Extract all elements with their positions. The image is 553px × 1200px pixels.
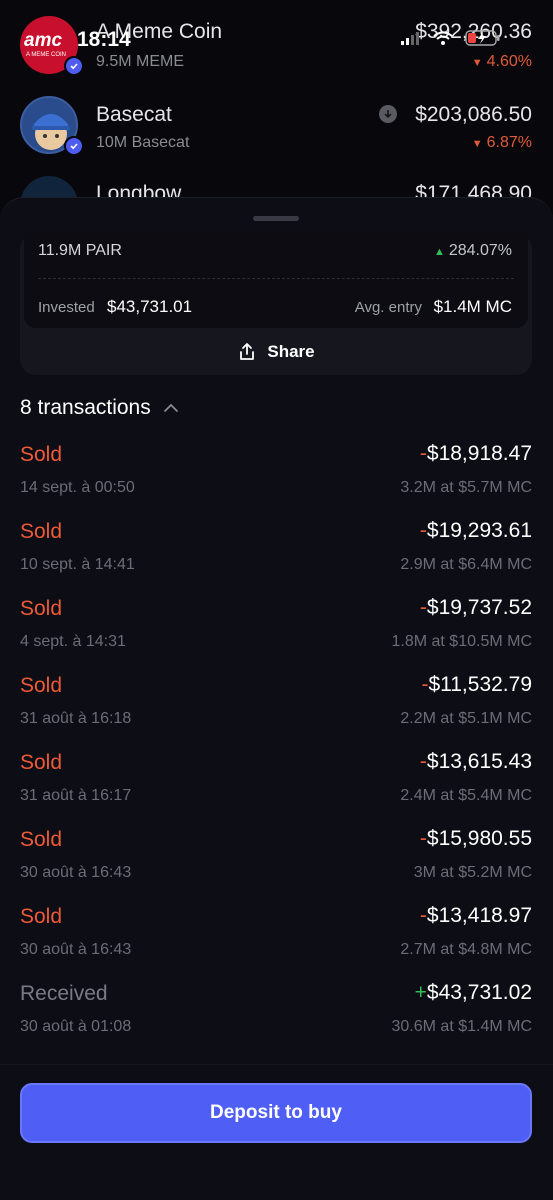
transaction-row[interactable]: Sold 4 sept. à 14:31 -$19,737.52 1.8M at… <box>0 592 553 669</box>
transaction-amount: -$15,980.55 <box>420 827 532 851</box>
coin-value: $203,086.50 <box>415 103 532 126</box>
coin-change: ▼ 4.60% <box>472 53 532 71</box>
coin-change: ▼ 6.87% <box>472 134 532 152</box>
amc-logo-subtext: A MEME COIN <box>26 52 67 58</box>
position-detail-sheet: 11.9M PAIR ▲ 284.07% Invested $43,731.01 … <box>0 197 553 1200</box>
pair-change-value: 284.07% <box>448 242 512 259</box>
triangle-down-icon: ▼ <box>471 138 483 150</box>
transaction-type: Sold <box>20 443 63 466</box>
status-icons <box>401 30 501 46</box>
triangle-up-icon: ▲ <box>433 246 445 258</box>
amount-sign: - <box>419 519 427 542</box>
amount-sign: - <box>419 596 427 619</box>
transaction-detail: 3.2M at $5.7M MC <box>400 479 532 496</box>
avg-entry-value: $1.4M MC <box>433 297 512 316</box>
transaction-detail: 2.7M at $4.8M MC <box>400 941 532 958</box>
footer-divider <box>0 1064 553 1065</box>
transaction-amount: -$13,418.97 <box>420 904 532 928</box>
transaction-amount: -$19,293.61 <box>420 519 532 543</box>
transaction-date: 31 août à 16:17 <box>20 787 132 804</box>
triangle-down-icon: ▼ <box>471 57 483 69</box>
amount-sign: - <box>419 827 427 850</box>
transaction-date: 30 août à 16:43 <box>20 941 132 958</box>
share-button[interactable]: Share <box>20 328 532 375</box>
amount-value: $19,737.52 <box>426 596 532 619</box>
share-icon <box>240 342 255 360</box>
transaction-type: Sold <box>20 597 63 620</box>
invested-value: $43,731.01 <box>107 297 193 316</box>
transaction-amount: +$43,731.02 <box>415 981 532 1005</box>
verified-badge-icon <box>64 136 84 156</box>
amount-sign: + <box>414 981 427 1004</box>
coin-holding: 10M Basecat <box>96 134 190 151</box>
amount-sign: - <box>419 750 427 773</box>
transaction-row[interactable]: Sold 30 août à 16:43 -$15,980.55 3M at $… <box>0 823 553 900</box>
transaction-amount: -$11,532.79 <box>421 673 532 697</box>
sheet-grabber[interactable] <box>253 216 299 221</box>
pair-change: ▲ 284.07% <box>434 242 512 260</box>
transaction-amount: -$19,737.52 <box>420 596 532 620</box>
battery-charging-icon <box>465 30 500 46</box>
transactions-toggle[interactable]: 8 transactions <box>20 396 179 420</box>
verified-badge-icon <box>64 56 84 76</box>
transaction-amount: -$13,615.43 <box>420 750 532 774</box>
wifi-icon <box>433 31 453 45</box>
amc-logo-text: amc <box>24 30 63 51</box>
share-label: Share <box>267 341 315 361</box>
transaction-type: Sold <box>20 520 63 543</box>
transaction-type: Sold <box>20 905 63 928</box>
coin-row-basecat[interactable]: Basecat 10M Basecat $203,086.50 ▼ 6.87% <box>0 94 553 174</box>
transaction-row[interactable]: Sold 31 août à 16:18 -$11,532.79 2.2M at… <box>0 669 553 746</box>
transaction-type: Sold <box>20 674 63 697</box>
amount-value: $13,418.97 <box>426 904 532 927</box>
transaction-type: Sold <box>20 751 63 774</box>
transaction-date: 31 août à 16:18 <box>20 710 132 727</box>
transaction-row[interactable]: Sold 30 août à 16:43 -$13,418.97 2.7M at… <box>0 900 553 977</box>
transaction-amount: -$18,918.47 <box>420 442 532 466</box>
amount-value: $43,731.02 <box>426 981 532 1004</box>
dashed-divider <box>38 278 514 279</box>
cellular-signal-icon <box>401 32 419 45</box>
transaction-detail: 3M at $5.2M MC <box>413 864 532 881</box>
pair-amount: 11.9M PAIR <box>38 242 122 259</box>
coin-change-value: 6.87% <box>486 134 532 151</box>
coin-holding: 9.5M MEME <box>96 53 185 70</box>
transaction-date: 30 août à 16:43 <box>20 864 132 881</box>
transaction-detail: 1.8M at $10.5M MC <box>391 633 533 650</box>
transaction-date: 10 sept. à 14:41 <box>20 556 135 573</box>
amount-value: $11,532.79 <box>428 673 532 696</box>
transaction-type: Sold <box>20 828 63 851</box>
deposit-button-label: Deposit to buy <box>210 1102 342 1123</box>
avg-entry-label: Avg. entry <box>354 299 422 316</box>
transaction-date: 14 sept. à 00:50 <box>20 479 135 496</box>
transaction-detail: 2.4M at $5.4M MC <box>400 787 532 804</box>
position-summary-card: 11.9M PAIR ▲ 284.07% Invested $43,731.01 … <box>20 233 532 375</box>
deposit-to-buy-button[interactable]: Deposit to buy <box>20 1083 532 1143</box>
transactions-title: 8 transactions <box>20 396 151 419</box>
transaction-detail: 30.6M at $1.4M MC <box>391 1018 533 1035</box>
transaction-detail: 2.9M at $6.4M MC <box>400 556 532 573</box>
coin-name: Basecat <box>96 103 172 126</box>
position-summary-inner: 11.9M PAIR ▲ 284.07% Invested $43,731.01 … <box>24 233 528 328</box>
coin-row-a-meme-coin[interactable]: amc A MEME COIN A Meme Coin 9.5M MEME $3… <box>0 14 553 94</box>
transaction-row[interactable]: Sold 31 août à 16:17 -$13,615.43 2.4M at… <box>0 746 553 823</box>
transaction-row[interactable]: Sold 14 sept. à 00:50 -$18,918.47 3.2M a… <box>0 438 553 515</box>
download-icon <box>379 105 397 123</box>
transaction-row[interactable]: Sold 10 sept. à 14:41 -$19,293.61 2.9M a… <box>0 515 553 592</box>
coin-change-value: 4.60% <box>486 53 532 70</box>
transaction-detail: 2.2M at $5.1M MC <box>400 710 532 727</box>
chevron-up-icon <box>163 403 178 412</box>
transaction-row[interactable]: Received 30 août à 01:08 +$43,731.02 30.… <box>0 977 553 1054</box>
transaction-date: 30 août à 01:08 <box>20 1018 132 1035</box>
transaction-type: Received <box>20 982 108 1005</box>
amount-value: $15,980.55 <box>426 827 532 850</box>
amount-value: $18,918.47 <box>426 442 532 465</box>
amount-sign: - <box>419 904 427 927</box>
amount-value: $13,615.43 <box>426 750 532 773</box>
amount-sign: - <box>419 442 427 465</box>
amount-value: $19,293.61 <box>426 519 532 542</box>
status-time: 18:14 <box>77 28 131 51</box>
transaction-date: 4 sept. à 14:31 <box>20 633 126 650</box>
invested-label: Invested <box>38 299 95 316</box>
